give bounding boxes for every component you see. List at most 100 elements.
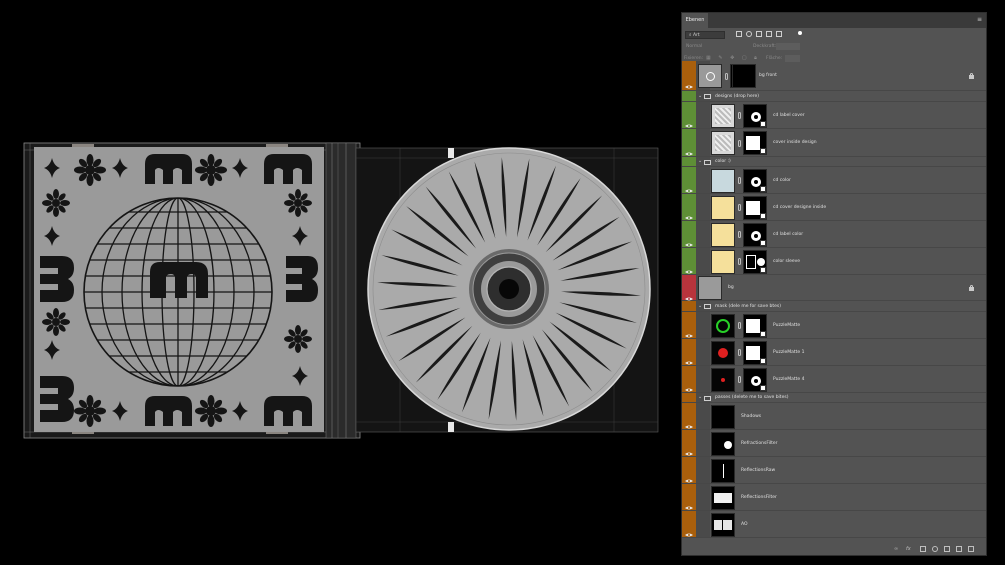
visibility-eye-icon[interactable] (685, 232, 693, 247)
layer-row[interactable]: Shadows (682, 403, 986, 430)
layer-name[interactable]: passes (delete me to save bites) (715, 395, 788, 400)
layer-mask-thumbnail[interactable] (743, 195, 767, 220)
layer-row[interactable]: cd cover designe inside (682, 194, 986, 221)
layer-name[interactable]: PuzzleMatte 4 (773, 377, 804, 382)
layer-name[interactable]: mask (dele me for save btes) (715, 304, 781, 309)
visibility-eye-icon[interactable] (685, 350, 693, 365)
visibility-eye-icon[interactable] (685, 441, 693, 456)
layer-mask-thumbnail[interactable] (743, 168, 767, 193)
visibility-eye-icon[interactable] (685, 396, 693, 410)
opacity-field[interactable] (776, 43, 800, 50)
visibility-eye-icon[interactable] (685, 178, 693, 193)
mask-link-icon[interactable] (738, 258, 741, 265)
layer-name[interactable]: RefractionsFilter (741, 441, 777, 446)
layer-row[interactable]: RefractionsFilter (682, 430, 986, 457)
layer-mask-thumbnail[interactable] (743, 367, 767, 392)
visibility-eye-icon[interactable] (685, 495, 693, 510)
layer-group-row[interactable]: ⌄ color :) (682, 157, 986, 174)
layer-row[interactable]: cd label color (682, 221, 986, 248)
visibility-eye-icon[interactable] (685, 74, 693, 88)
tab-layers[interactable]: Ebenen (682, 13, 708, 28)
layer-row[interactable]: bg (682, 275, 986, 301)
group-expand-chevron-icon[interactable]: ⌄ (698, 303, 702, 309)
pixel-filter-icon[interactable] (736, 31, 742, 37)
layer-name[interactable]: cd label cover (773, 113, 805, 118)
filter-toggle-icon[interactable] (798, 31, 802, 35)
layer-name[interactable]: cd color (773, 178, 791, 183)
layer-name[interactable]: ReflectionsRaw (741, 468, 775, 473)
visibility-eye-icon[interactable] (685, 113, 693, 128)
mask-link-icon[interactable] (738, 349, 741, 356)
visibility-eye-icon[interactable] (685, 94, 693, 109)
layer-name[interactable]: bg (728, 285, 734, 290)
layer-thumbnail[interactable] (711, 512, 735, 537)
layer-row[interactable]: bg front (682, 61, 986, 91)
layer-mask-thumbnail[interactable] (743, 131, 767, 155)
layer-name[interactable]: PuzzleMatte 1 (773, 350, 804, 355)
layer-group-row[interactable]: ⌄ designs (drop here) (682, 91, 986, 109)
visibility-eye-icon[interactable] (685, 259, 693, 274)
panel-menu-icon[interactable]: ≡ (977, 16, 982, 24)
filter-kind-select[interactable]: ⌕ Art (685, 31, 725, 39)
layer-row[interactable]: cover inside design (682, 129, 986, 157)
visibility-eye-icon[interactable] (685, 414, 693, 429)
layer-thumbnail[interactable] (698, 276, 722, 300)
layer-thumbnail[interactable] (711, 103, 735, 128)
layer-row[interactable]: PuzzleMatte (682, 312, 986, 339)
mask-link-icon[interactable] (738, 204, 741, 211)
layer-style-icon[interactable]: fx (906, 546, 912, 552)
visibility-eye-icon[interactable] (685, 286, 693, 300)
mask-link-icon[interactable] (725, 72, 728, 80)
mask-link-icon[interactable] (738, 322, 741, 329)
layer-row[interactable]: cd color (682, 167, 986, 194)
layer-name[interactable]: cd label color (773, 232, 803, 237)
add-mask-icon[interactable] (920, 546, 926, 552)
layer-row[interactable]: PuzzleMatte 1 (682, 339, 986, 366)
layer-name[interactable]: color sleeve (773, 259, 800, 264)
mask-link-icon[interactable] (738, 177, 741, 184)
mask-link-icon[interactable] (738, 376, 741, 383)
layer-row[interactable]: ReflectionsFilter (682, 484, 986, 511)
layer-thumbnail[interactable] (711, 222, 735, 247)
layer-thumbnail[interactable] (711, 404, 735, 429)
layer-thumbnail[interactable] (711, 367, 735, 392)
mask-link-icon[interactable] (738, 112, 741, 119)
layer-name[interactable]: color :) (715, 159, 731, 164)
layer-thumbnail[interactable] (711, 313, 735, 338)
layer-thumbnail[interactable] (711, 485, 735, 510)
layer-row[interactable]: color sleeve (682, 248, 986, 275)
layer-name[interactable]: designs (drop here) (715, 94, 759, 99)
layer-thumbnail[interactable] (711, 431, 735, 456)
layer-group-row[interactable]: ⌄ mask (dele me for save btes) (682, 301, 986, 319)
layer-name[interactable]: bg front (759, 73, 777, 78)
layer-thumbnail[interactable] (711, 131, 735, 155)
layer-mask-thumbnail[interactable] (743, 249, 767, 274)
layer-row[interactable]: PuzzleMatte 4 (682, 366, 986, 393)
delete-layer-icon[interactable] (968, 546, 974, 552)
shape-filter-icon[interactable] (766, 31, 772, 37)
layer-name[interactable]: PuzzleMatte (773, 323, 800, 328)
link-layers-icon[interactable]: ∞ (894, 546, 900, 552)
layer-name[interactable]: ReflectionsFilter (741, 495, 777, 500)
layer-mask-thumbnail[interactable] (743, 340, 767, 365)
adjustment-filter-icon[interactable] (746, 31, 752, 37)
new-group-icon[interactable] (944, 546, 950, 552)
layer-thumbnail[interactable] (711, 340, 735, 365)
blend-mode-select[interactable]: Normal (686, 44, 702, 49)
layer-mask-thumbnail[interactable] (743, 103, 767, 128)
smart-filter-mask-thumbnail[interactable] (732, 64, 756, 88)
layer-name[interactable]: cover inside design (773, 140, 817, 145)
layer-thumbnail[interactable] (711, 195, 735, 220)
layer-row[interactable]: cd label cover (682, 102, 986, 129)
layer-name[interactable]: Shadows (741, 414, 761, 419)
adjustment-layer-icon[interactable] (932, 546, 938, 552)
layer-row[interactable]: AO (682, 511, 986, 538)
layer-group-row[interactable]: ⌄ passes (delete me to save bites) (682, 393, 986, 410)
mask-link-icon[interactable] (738, 231, 741, 238)
group-expand-chevron-icon[interactable]: ⌄ (698, 394, 702, 400)
visibility-eye-icon[interactable] (685, 205, 693, 220)
smart-object-filter-icon[interactable] (776, 31, 782, 37)
type-filter-icon[interactable] (756, 31, 762, 37)
layer-thumbnail[interactable] (711, 458, 735, 483)
layer-row[interactable]: ReflectionsRaw (682, 457, 986, 484)
